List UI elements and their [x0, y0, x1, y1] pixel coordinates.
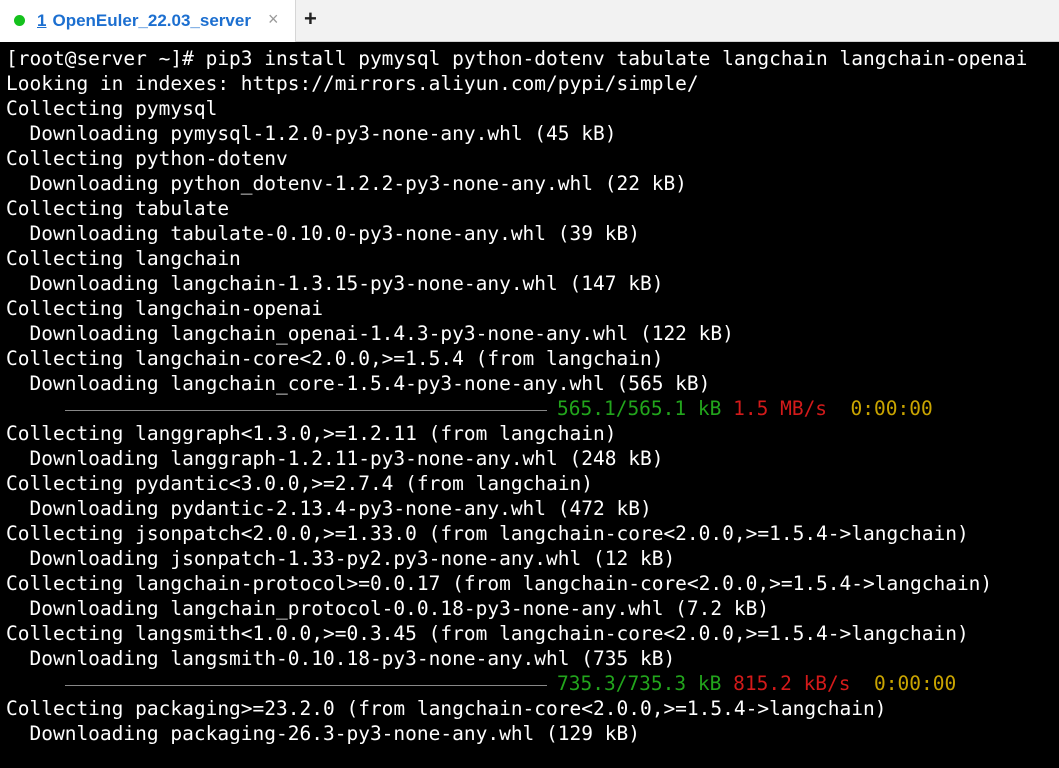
progress-stats: 565.1/565.1 kB 1.5 MB/s 0:00:00: [557, 396, 933, 421]
progress-size: 565.1/565.1 kB: [557, 397, 722, 420]
terminal-line: Collecting langchain-protocol>=0.0.17 (f…: [6, 572, 993, 595]
tab-title[interactable]: 1 OpenEuler_22.03_server: [37, 11, 251, 31]
terminal-line: Collecting langsmith<1.0.0,>=0.3.45 (fro…: [6, 622, 969, 645]
terminal-line: Collecting pydantic<3.0.0,>=2.7.4 (from …: [6, 472, 593, 495]
progress-eta: 0:00:00: [874, 672, 957, 695]
terminal-line: Downloading jsonpatch-1.33-py2.py3-none-…: [6, 547, 676, 570]
terminal-line: Downloading pydantic-2.13.4-py3-none-any…: [6, 497, 652, 520]
terminal-line: Collecting tabulate: [6, 197, 230, 220]
terminal-line: Looking in indexes: https://mirrors.aliy…: [6, 72, 699, 95]
terminal-line: Downloading langchain_core-1.5.4-py3-non…: [6, 372, 711, 395]
terminal-line: Collecting packaging>=23.2.0 (from langc…: [6, 697, 887, 720]
terminal-line: Collecting langchain: [6, 247, 241, 270]
progress-bar: [65, 685, 547, 686]
terminal-line: [root@server ~]# pip3 install pymysql py…: [6, 47, 1028, 70]
terminal-line: Downloading tabulate-0.10.0-py3-none-any…: [6, 222, 640, 245]
terminal-line: Downloading langsmith-0.10.18-py3-none-a…: [6, 647, 676, 670]
terminal-line: Collecting python-dotenv: [6, 147, 288, 170]
close-tab-icon[interactable]: ×: [268, 9, 279, 30]
tab-bar: 1 OpenEuler_22.03_server × +: [0, 0, 1059, 42]
session-tab[interactable]: 1 OpenEuler_22.03_server ×: [0, 0, 296, 42]
terminal-line: Downloading langchain-1.3.15-py3-none-an…: [6, 272, 664, 295]
terminal-line: Downloading python_dotenv-1.2.2-py3-none…: [6, 172, 687, 195]
terminal-line: Downloading pymysql-1.2.0-py3-none-any.w…: [6, 122, 617, 145]
terminal-line: Collecting jsonpatch<2.0.0,>=1.33.0 (fro…: [6, 522, 969, 545]
progress-speed: 815.2 kB/s: [733, 672, 851, 695]
progress-speed: 1.5 MB/s: [733, 397, 828, 420]
new-tab-button[interactable]: +: [304, 6, 317, 32]
tab-number: 1: [37, 11, 47, 30]
terminal-line: Downloading langchain_protocol-0.0.18-py…: [6, 597, 770, 620]
terminal-line: Downloading langchain_openai-1.4.3-py3-n…: [6, 322, 734, 345]
terminal-output[interactable]: [root@server ~]# pip3 install pymysql py…: [0, 42, 1059, 768]
terminal-line: Collecting langchain-core<2.0.0,>=1.5.4 …: [6, 347, 664, 370]
progress-bar: [65, 410, 547, 411]
connection-status-icon: [14, 15, 25, 26]
progress-stats: 735.3/735.3 kB 815.2 kB/s 0:00:00: [557, 671, 956, 696]
progress-size: 735.3/735.3 kB: [557, 672, 722, 695]
terminal-line: Collecting pymysql: [6, 97, 218, 120]
progress-eta: 0:00:00: [850, 397, 933, 420]
terminal-line: Downloading packaging-26.3-py3-none-any.…: [6, 722, 640, 745]
terminal-line: Collecting langgraph<1.3.0,>=1.2.11 (fro…: [6, 422, 617, 445]
terminal-line: Collecting langchain-openai: [6, 297, 323, 320]
tab-title-text: OpenEuler_22.03_server: [52, 11, 251, 30]
terminal-line: Downloading langgraph-1.2.11-py3-none-an…: [6, 447, 664, 470]
